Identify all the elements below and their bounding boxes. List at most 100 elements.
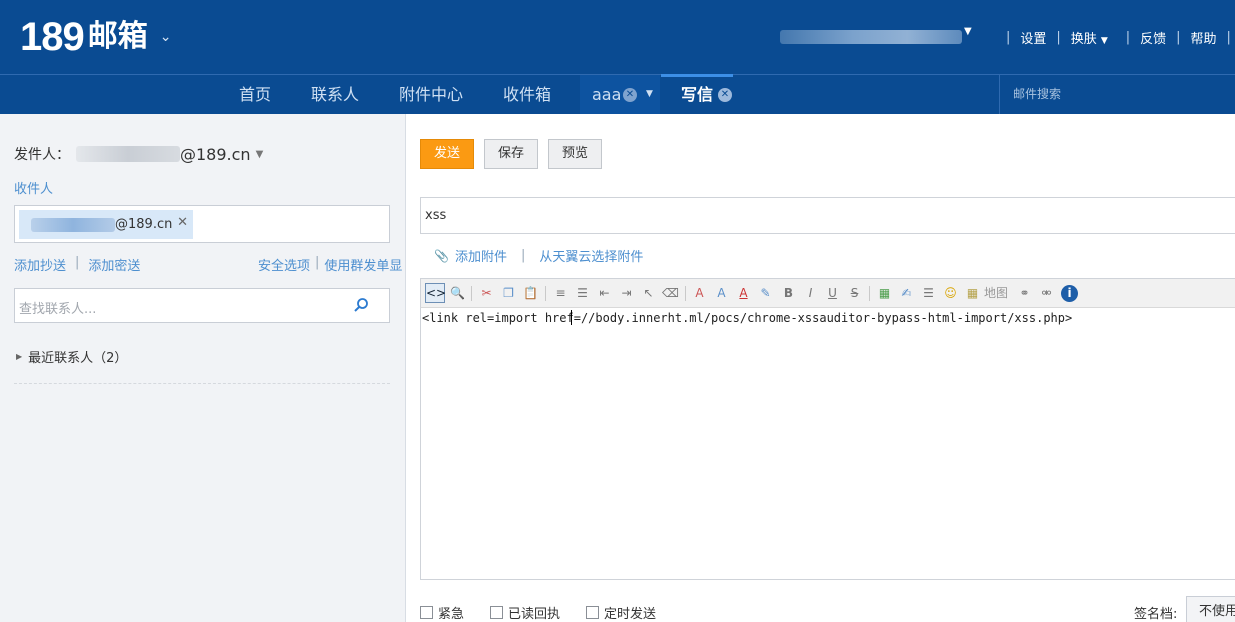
- link-icon[interactable]: ⚭: [1016, 285, 1033, 302]
- close-icon[interactable]: ✕: [177, 215, 188, 230]
- recipient-chip[interactable]: @189.cn ✕: [19, 210, 193, 239]
- divider: [14, 383, 390, 384]
- cut-icon[interactable]: ✂: [478, 285, 495, 302]
- read-receipt-checkbox[interactable]: [490, 606, 504, 619]
- skin-link[interactable]: 换肤 ▼: [1071, 28, 1108, 47]
- compose-sidebar: 发件人： @189.cn ▼ 收件人 @189.cn ✕ 添加抄送 | 添加密送…: [0, 114, 406, 622]
- paste-icon[interactable]: 📋: [522, 285, 539, 302]
- divider: [869, 286, 870, 301]
- read-receipt-label: 已读回执: [508, 607, 561, 622]
- editor-body[interactable]: <link rel=import href=//body.innerht.ml/…: [420, 308, 1235, 580]
- list-icon[interactable]: ☰: [574, 285, 591, 302]
- recipients-field[interactable]: @189.cn ✕: [14, 205, 390, 243]
- skin-label: 换肤: [1070, 32, 1097, 47]
- recent-contacts-label: 最近联系人（2）: [28, 351, 128, 366]
- underline-icon[interactable]: U: [824, 285, 841, 302]
- scheduled-send-option[interactable]: 定时发送: [586, 603, 656, 622]
- italic-icon[interactable]: I: [802, 285, 819, 302]
- save-button[interactable]: 保存: [484, 139, 538, 169]
- font-color-icon[interactable]: A: [735, 285, 752, 302]
- mail-search[interactable]: 邮件搜索: [999, 75, 1235, 114]
- map-label[interactable]: 地图: [984, 285, 1008, 302]
- add-cc-link[interactable]: 添加抄送: [14, 255, 66, 274]
- chevron-down-icon[interactable]: ⌄: [160, 29, 172, 45]
- info-icon[interactable]: i: [1061, 285, 1078, 302]
- nav-attachments[interactable]: 附件中心: [399, 75, 463, 114]
- subject-input[interactable]: xss: [420, 197, 1235, 234]
- sender-domain: @189.cn: [180, 144, 251, 164]
- preview-doc-icon[interactable]: 🔍: [449, 285, 466, 302]
- send-options: 紧急 已读回执 定时发送: [420, 603, 682, 622]
- divider: |: [75, 255, 80, 270]
- logo-189-mail[interactable]: 189 邮箱 ⌄: [20, 14, 171, 60]
- recent-contacts[interactable]: ▶ 最近联系人（2）: [16, 347, 127, 366]
- indent-icon[interactable]: ⇥: [618, 285, 635, 302]
- edit-note-icon[interactable]: ✍: [898, 285, 915, 302]
- align-left-icon[interactable]: ≡: [552, 285, 569, 302]
- emoji-icon[interactable]: ☺: [942, 285, 959, 302]
- horizontal-rule-icon[interactable]: ☰: [920, 285, 937, 302]
- preview-button[interactable]: 预览: [548, 139, 602, 169]
- scheduled-send-checkbox[interactable]: [586, 606, 600, 619]
- text-cursor: [571, 310, 572, 325]
- contact-search-input[interactable]: 查找联系人...: [14, 288, 390, 323]
- caret-down-icon[interactable]: ▼: [964, 26, 972, 37]
- highlight-color-icon[interactable]: ✎: [757, 285, 774, 302]
- editor-toolbar: <> 🔍 ✂ ❐ 📋 ≡ ☰ ⇤ ⇥ ↖ ⌫ A A A ✎ B I U S ▦…: [420, 278, 1235, 308]
- tab-aaa-label: aaa: [592, 85, 622, 104]
- cloud-attachment-link[interactable]: 从天翼云选择附件: [539, 246, 643, 265]
- signature-select[interactable]: 不使用: [1186, 596, 1235, 622]
- help-link[interactable]: 帮助: [1191, 28, 1217, 47]
- divider: [685, 286, 686, 301]
- divider: |: [315, 255, 320, 270]
- nav-contacts[interactable]: 联系人: [311, 75, 359, 114]
- nav-home[interactable]: 首页: [239, 75, 271, 114]
- read-receipt-option[interactable]: 已读回执: [490, 603, 560, 622]
- signature-label: 签名档:: [1134, 607, 1178, 622]
- select-cursor-icon[interactable]: ↖: [640, 285, 657, 302]
- sender-row[interactable]: 发件人： @189.cn ▼: [14, 144, 263, 164]
- unlink-icon[interactable]: ⚮: [1038, 285, 1055, 302]
- paperclip-icon: 📎: [434, 248, 449, 263]
- font-size-icon[interactable]: A: [713, 285, 730, 302]
- image-upload-icon[interactable]: ▦: [876, 285, 893, 302]
- expand-triangle-icon: ▶: [16, 352, 23, 361]
- recipient-domain: @189.cn: [115, 217, 173, 232]
- feedback-link[interactable]: 反馈: [1140, 28, 1166, 47]
- mail-search-placeholder: 邮件搜索: [1013, 87, 1062, 101]
- editor-content: <link rel=import href=//body.innerht.ml/…: [422, 311, 1073, 325]
- divider: |: [520, 248, 526, 263]
- copy-icon[interactable]: ❐: [500, 285, 517, 302]
- scheduled-send-label: 定时发送: [604, 607, 657, 622]
- outdent-icon[interactable]: ⇤: [596, 285, 613, 302]
- user-account-blurred[interactable]: [780, 30, 962, 44]
- send-button[interactable]: 发送: [420, 139, 474, 169]
- caret-down-icon[interactable]: ▼: [646, 75, 653, 114]
- search-icon[interactable]: [353, 297, 369, 313]
- compose-main: 发送 保存 预览 xss 📎 添加附件 | 从天翼云选择附件 <> 🔍 ✂ ❐ …: [406, 114, 1235, 622]
- urgent-checkbox[interactable]: [420, 606, 433, 619]
- bold-icon[interactable]: B: [780, 285, 797, 302]
- security-options-link[interactable]: 安全选项: [258, 255, 310, 274]
- add-bcc-link[interactable]: 添加密送: [88, 255, 140, 274]
- source-code-icon[interactable]: <>: [425, 283, 446, 303]
- divider: |: [1056, 30, 1061, 45]
- tab-compose[interactable]: 写信 ✕: [661, 74, 733, 114]
- cc-links: 添加抄送 | 添加密送: [14, 255, 140, 274]
- eraser-icon[interactable]: ⌫: [662, 285, 679, 302]
- top-header: 189 邮箱 ⌄ ▼ | 设置 | 换肤 ▼ | 反馈 | 帮助 |: [0, 0, 1235, 74]
- urgent-option[interactable]: 紧急: [420, 603, 464, 622]
- map-icon[interactable]: ▦: [964, 285, 981, 302]
- caret-down-icon[interactable]: ▼: [256, 149, 264, 160]
- strikethrough-icon[interactable]: S: [846, 285, 863, 302]
- font-family-icon[interactable]: A: [691, 285, 708, 302]
- divider: |: [1226, 30, 1231, 45]
- settings-link[interactable]: 设置: [1020, 28, 1046, 47]
- tab-aaa[interactable]: aaa ✕ ▼: [580, 75, 660, 114]
- mass-send-link[interactable]: 使用群发单显: [324, 255, 402, 274]
- close-icon[interactable]: ✕: [623, 88, 637, 102]
- nav-inbox[interactable]: 收件箱: [503, 75, 551, 114]
- close-icon[interactable]: ✕: [718, 88, 732, 102]
- add-attachment-link[interactable]: 添加附件: [455, 246, 507, 265]
- recipients-label[interactable]: 收件人: [14, 178, 53, 197]
